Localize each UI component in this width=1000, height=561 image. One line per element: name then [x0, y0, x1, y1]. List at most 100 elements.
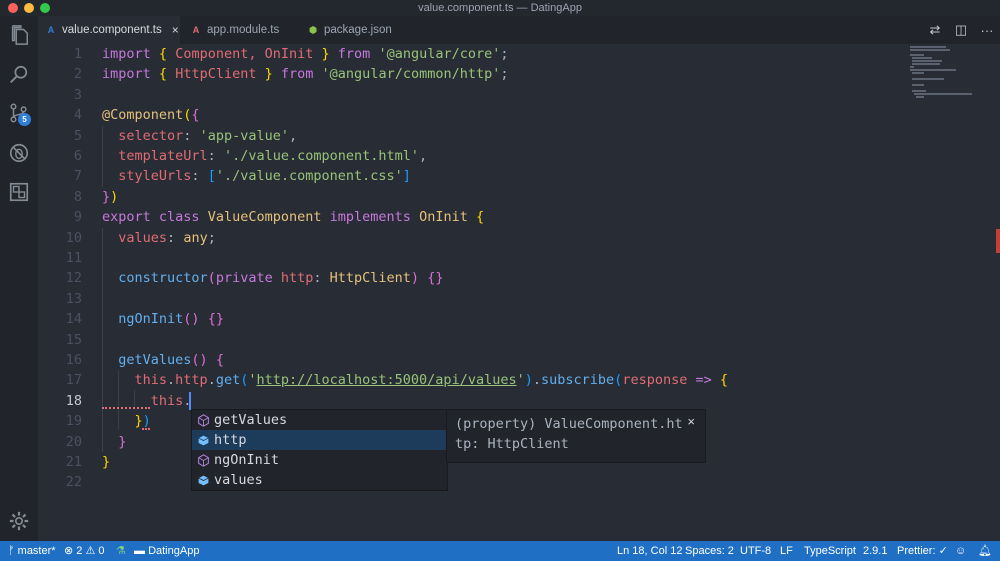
- split-editor-icon[interactable]: ◫: [948, 22, 974, 38]
- detail-signature-line1: (property) ValueComponent.ht: [455, 416, 683, 432]
- suggestion-http[interactable]: http: [192, 430, 447, 450]
- tab-label: value.component.ts: [62, 24, 162, 36]
- line-number-gutter: 1 2 3 4 5 6 7 8 9 10 11 12 13 14 15 16 17 18 19 20 21 22: [38, 44, 88, 541]
- suggestion-values[interactable]: values: [192, 470, 447, 490]
- more-actions-icon[interactable]: ···: [974, 23, 1000, 38]
- minimize-window-button[interactable]: [24, 3, 34, 13]
- line-number: 9: [73, 209, 82, 226]
- title-bar: value.component.ts — DatingApp: [0, 0, 1000, 16]
- tab-value-component[interactable]: A value.component.ts ×: [38, 16, 180, 44]
- line-number: 14: [65, 311, 82, 328]
- git-branch-indicator[interactable]: ᚠ master*: [8, 541, 56, 561]
- workspace-folder[interactable]: ▬ DatingApp: [134, 541, 199, 561]
- close-window-button[interactable]: [8, 3, 18, 13]
- file-encoding[interactable]: UTF-8: [740, 541, 771, 561]
- code-line-21: }: [102, 454, 111, 470]
- tab-label: app.module.ts: [207, 24, 280, 36]
- code-line-8: }): [102, 188, 119, 205]
- code-line-10: values: any;: [118, 229, 216, 246]
- minimap[interactable]: [910, 44, 972, 124]
- search-icon[interactable]: [0, 56, 38, 94]
- line-number: 10: [65, 229, 82, 246]
- language-mode[interactable]: TypeScript: [804, 541, 856, 561]
- code-line-6: templateUrl: './value.component.html',: [118, 148, 428, 164]
- prettier-status[interactable]: Prettier: ✓: [897, 541, 948, 561]
- close-detail-icon[interactable]: ×: [687, 412, 695, 432]
- problems-indicator[interactable]: ⊗ 2 ⚠ 0: [64, 541, 105, 561]
- line-number: 15: [65, 331, 82, 348]
- line-number: 11: [65, 250, 82, 266]
- line-number: 2: [73, 66, 82, 83]
- line-number: 4: [73, 107, 82, 124]
- code-line-20: }: [118, 433, 127, 450]
- editor-tab-bar: A value.component.ts × A app.module.ts ⬢…: [38, 16, 1000, 44]
- code-line-2: import { HttpClient } from '@angular/com…: [102, 66, 509, 83]
- line-number: 12: [65, 270, 82, 287]
- line-number: 3: [73, 86, 82, 103]
- compare-changes-icon[interactable]: ⇄: [922, 22, 948, 38]
- code-editor[interactable]: 1 2 3 4 5 6 7 8 9 10 11 12 13 14 15 16 17 18 19 20 21 22 impo…: [38, 44, 1000, 541]
- cursor-position[interactable]: Ln 18, Col 12: [617, 541, 682, 561]
- live-share-icon[interactable]: ⚗: [116, 541, 126, 561]
- source-control-icon[interactable]: 5: [0, 94, 38, 132]
- settings-gear-icon[interactable]: [8, 510, 30, 532]
- activity-bar: 5: [0, 16, 38, 541]
- explorer-icon[interactable]: [0, 16, 38, 54]
- line-number: 19: [65, 413, 82, 430]
- status-bar: ᚠ master* ⊗ 2 ⚠ 0 ⚗ ▬ DatingApp Ln 18, C…: [0, 541, 1000, 561]
- line-number: 8: [73, 188, 82, 205]
- suggestion-getvalues[interactable]: getValues: [192, 410, 447, 430]
- field-icon: [192, 470, 214, 490]
- field-icon: [192, 430, 214, 450]
- text-cursor: [189, 392, 191, 410]
- tab-actions: ⇄ ◫ ···: [922, 16, 1000, 44]
- code-line-7: styleUrls: ['./value.component.css']: [118, 168, 411, 185]
- scrollbar-error-marker[interactable]: [996, 229, 1000, 253]
- zoom-window-button[interactable]: [40, 3, 50, 13]
- angular-file-icon: A: [192, 25, 200, 35]
- indentation-setting[interactable]: Spaces: 2: [685, 541, 734, 561]
- tab-label: package.json: [324, 24, 392, 36]
- close-tab-icon[interactable]: ×: [172, 23, 179, 37]
- line-number: 17: [65, 372, 82, 389]
- code-line-9: export class ValueComponent implements O…: [102, 209, 485, 226]
- suggestion-ngoninit[interactable]: ngOnInit: [192, 450, 447, 470]
- error-squiggle: [102, 406, 150, 409]
- line-number: 16: [65, 352, 82, 368]
- line-number: 1: [73, 46, 82, 62]
- typescript-version[interactable]: 2.9.1: [863, 541, 887, 561]
- code-line-14: ngOnInit() {}: [118, 311, 224, 328]
- code-line-12: constructor(private http: HttpClient) {}: [118, 270, 444, 287]
- angular-file-icon: A: [47, 25, 55, 35]
- nodejs-file-icon: ⬢: [309, 24, 317, 35]
- code-line-1: import { Component, OnInit } from '@angu…: [102, 46, 509, 62]
- line-number: 7: [73, 168, 82, 185]
- tab-package-json[interactable]: ⬢ package.json: [300, 16, 410, 44]
- line-number: 5: [73, 127, 82, 144]
- window-title: value.component.ts — DatingApp: [418, 2, 582, 14]
- suggestion-detail-panel: (property) ValueComponent.ht tp: HttpCli…: [446, 409, 706, 463]
- scm-count-badge: 5: [18, 113, 31, 126]
- code-line-5: selector: 'app-value',: [118, 127, 298, 144]
- method-icon: [192, 450, 214, 470]
- feedback-smiley-icon[interactable]: ☺: [955, 541, 966, 561]
- line-number: 18: [65, 392, 82, 409]
- detail-signature-line2: tp: HttpClient: [455, 436, 569, 452]
- error-count: 2: [76, 545, 83, 557]
- line-number: 6: [73, 148, 82, 164]
- end-of-line[interactable]: LF: [780, 541, 793, 561]
- code-line-17: this.http.get('http://localhost:5000/api…: [134, 372, 729, 389]
- line-number: 13: [65, 290, 82, 307]
- code-line-4: @Component({: [102, 107, 200, 124]
- method-icon: [192, 410, 214, 430]
- autocomplete-suggest-widget[interactable]: getValues http ngOnInit values: [191, 409, 448, 491]
- notifications-bell-icon[interactable]: 🔔︎: [978, 541, 992, 561]
- line-number: 22: [65, 474, 82, 491]
- extensions-icon[interactable]: [0, 173, 38, 211]
- error-squiggle: [142, 427, 150, 430]
- warning-count: 0: [98, 545, 105, 557]
- tab-app-module[interactable]: A app.module.ts: [183, 16, 298, 44]
- debug-icon[interactable]: [0, 134, 38, 172]
- line-number: 21: [65, 454, 82, 470]
- code-line-16: getValues() {: [118, 352, 224, 368]
